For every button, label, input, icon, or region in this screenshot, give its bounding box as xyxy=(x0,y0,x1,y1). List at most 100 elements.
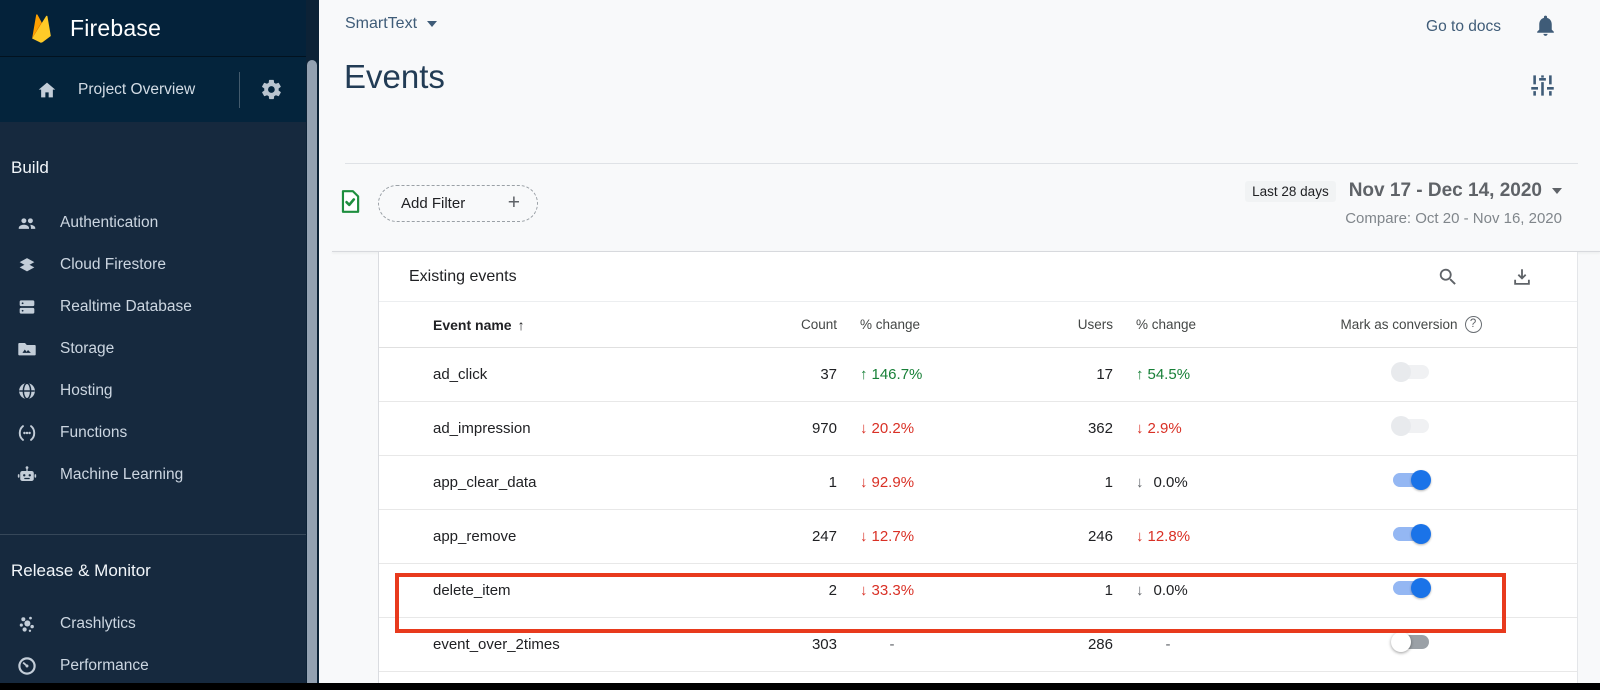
count-cell: 970 xyxy=(731,420,837,437)
ml-icon xyxy=(16,464,38,486)
add-filter-label: Add Filter xyxy=(401,195,465,212)
sidebar-item-functions[interactable]: Functions xyxy=(0,412,306,454)
database-icon xyxy=(16,296,38,318)
crashlytics-icon xyxy=(16,613,38,635)
sort-ascending-icon: ↑ xyxy=(518,317,525,333)
conversion-toggle[interactable] xyxy=(1391,578,1431,598)
column-count-change[interactable]: % change xyxy=(837,317,969,332)
users-icon xyxy=(16,212,38,234)
change-value: 92.9% xyxy=(872,474,915,491)
table-body: ad_click 37 ↑146.7% 17 ↑54.5% ad_impress… xyxy=(379,348,1577,672)
scrollbar-thumb[interactable] xyxy=(307,60,317,690)
project-overview-label: Project Overview xyxy=(78,81,195,99)
sidebar-item-label: Functions xyxy=(60,424,127,442)
firebase-flame-icon xyxy=(30,12,56,45)
conversion-toggle-cell xyxy=(1391,524,1431,549)
performance-icon xyxy=(16,655,38,677)
download-icon[interactable] xyxy=(1511,266,1533,288)
arrow-down-icon: ↓ xyxy=(860,582,868,599)
sidebar-item-machine-learning[interactable]: Machine Learning xyxy=(0,454,306,496)
conversion-toggle[interactable] xyxy=(1391,470,1431,490)
column-users[interactable]: Users xyxy=(969,317,1113,332)
users-cell: 17 xyxy=(969,366,1113,383)
date-range-selector[interactable]: Nov 17 - Dec 14, 2020 xyxy=(1349,180,1562,202)
window-bottom-edge xyxy=(0,683,1600,690)
report-check-icon xyxy=(337,188,363,220)
no-change-dash: - xyxy=(1136,636,1200,653)
change-value: 146.7% xyxy=(872,366,923,383)
users-cell: 1 xyxy=(969,582,1113,599)
firestore-icon xyxy=(16,254,38,276)
sidebar-item-storage[interactable]: Storage xyxy=(0,328,306,370)
sidebar-item-label: Hosting xyxy=(60,382,113,400)
count-cell: 303 xyxy=(731,636,837,653)
users-change-cell: ↓12.8% xyxy=(1113,528,1245,545)
sidebar-item-project-overview[interactable]: Project Overview xyxy=(0,57,306,122)
conversion-toggle[interactable] xyxy=(1391,524,1431,544)
divider xyxy=(345,163,1578,164)
arrow-up-icon: ↑ xyxy=(1136,366,1144,383)
card-header: Existing events xyxy=(379,252,1577,302)
column-count[interactable]: Count xyxy=(731,317,837,332)
chevron-down-icon xyxy=(427,21,437,27)
change-value: 20.2% xyxy=(872,420,915,437)
users-change-cell: ↓2.9% xyxy=(1113,420,1245,437)
hosting-icon xyxy=(16,380,38,402)
event-name-cell: app_remove xyxy=(379,528,731,545)
change-value: 0.0% xyxy=(1154,582,1188,599)
date-range-value: Nov 17 - Dec 14, 2020 xyxy=(1349,180,1542,202)
search-icon[interactable] xyxy=(1437,266,1459,288)
change-value: 33.3% xyxy=(872,582,915,599)
sidebar-item-label: Storage xyxy=(60,340,114,358)
column-event-name[interactable]: Event name ↑ xyxy=(379,317,731,333)
event-name-cell: event_over_2times xyxy=(379,636,731,653)
conversion-toggle-cell xyxy=(1391,470,1431,495)
help-icon[interactable]: ? xyxy=(1465,316,1482,333)
arrow-down-icon: ↓ xyxy=(860,420,868,437)
users-cell: 1 xyxy=(969,474,1113,491)
home-icon xyxy=(36,79,58,101)
sidebar-item-label: Machine Learning xyxy=(60,466,183,484)
users-change-cell: ↓ 0.0% xyxy=(1113,582,1245,599)
column-users-change[interactable]: % change xyxy=(1113,317,1245,332)
conversion-toggle-cell xyxy=(1391,416,1431,441)
sidebar-item-realtime-database[interactable]: Realtime Database xyxy=(0,286,306,328)
sidebar-item-crashlytics[interactable]: Crashlytics xyxy=(0,603,306,645)
table-header-row: Event name ↑ Count % change Users % chan… xyxy=(379,302,1577,348)
change-value: 2.9% xyxy=(1148,420,1182,437)
go-to-docs-link[interactable]: Go to docs xyxy=(1426,18,1501,36)
sidebar-item-hosting[interactable]: Hosting xyxy=(0,370,306,412)
sidebar-item-label: Crashlytics xyxy=(60,615,136,633)
users-cell: 286 xyxy=(969,636,1113,653)
sidebar-section-build: Build xyxy=(0,158,306,178)
sidebar-item-cloud-firestore[interactable]: Cloud Firestore xyxy=(0,244,306,286)
tune-filters-icon[interactable] xyxy=(1529,72,1556,104)
arrow-down-icon: ↓ xyxy=(1136,582,1144,599)
build-nav-list: Authentication Cloud Firestore Realtime … xyxy=(0,202,306,496)
count-change-cell: ↓92.9% xyxy=(837,474,969,491)
settings-gear-icon[interactable] xyxy=(260,78,283,101)
project-switcher[interactable]: SmartText xyxy=(345,15,437,33)
sidebar-item-performance[interactable]: Performance xyxy=(0,645,306,687)
date-range-row: Last 28 days Nov 17 - Dec 14, 2020 xyxy=(1245,180,1562,202)
table-row-event_over_2times: event_over_2times 303 - 286 - xyxy=(379,618,1577,672)
table-row-delete_item: delete_item 2 ↓33.3% 1 ↓0.0% xyxy=(379,564,1577,618)
count-change-cell: ↓12.7% xyxy=(837,528,969,545)
sidebar-scrollbar[interactable] xyxy=(306,0,319,690)
change-value: 0.0% xyxy=(1154,474,1188,491)
project-name: SmartText xyxy=(345,15,417,33)
conversion-toggle-cell xyxy=(1391,632,1431,657)
change-value: 12.7% xyxy=(872,528,915,545)
conversion-toggle[interactable] xyxy=(1391,632,1431,652)
add-filter-button[interactable]: Add Filter + xyxy=(378,185,538,222)
chevron-down-icon xyxy=(1552,188,1562,194)
firebase-logo[interactable]: Firebase xyxy=(0,0,306,57)
sidebar-item-authentication[interactable]: Authentication xyxy=(0,202,306,244)
notifications-bell-icon[interactable] xyxy=(1533,13,1558,43)
count-cell: 1 xyxy=(731,474,837,491)
sidebar-item-label: Realtime Database xyxy=(60,298,192,316)
count-cell: 37 xyxy=(731,366,837,383)
count-change-cell: ↑146.7% xyxy=(837,366,969,383)
users-change-cell: ↓0.0% xyxy=(1113,474,1245,491)
functions-icon xyxy=(16,422,38,444)
